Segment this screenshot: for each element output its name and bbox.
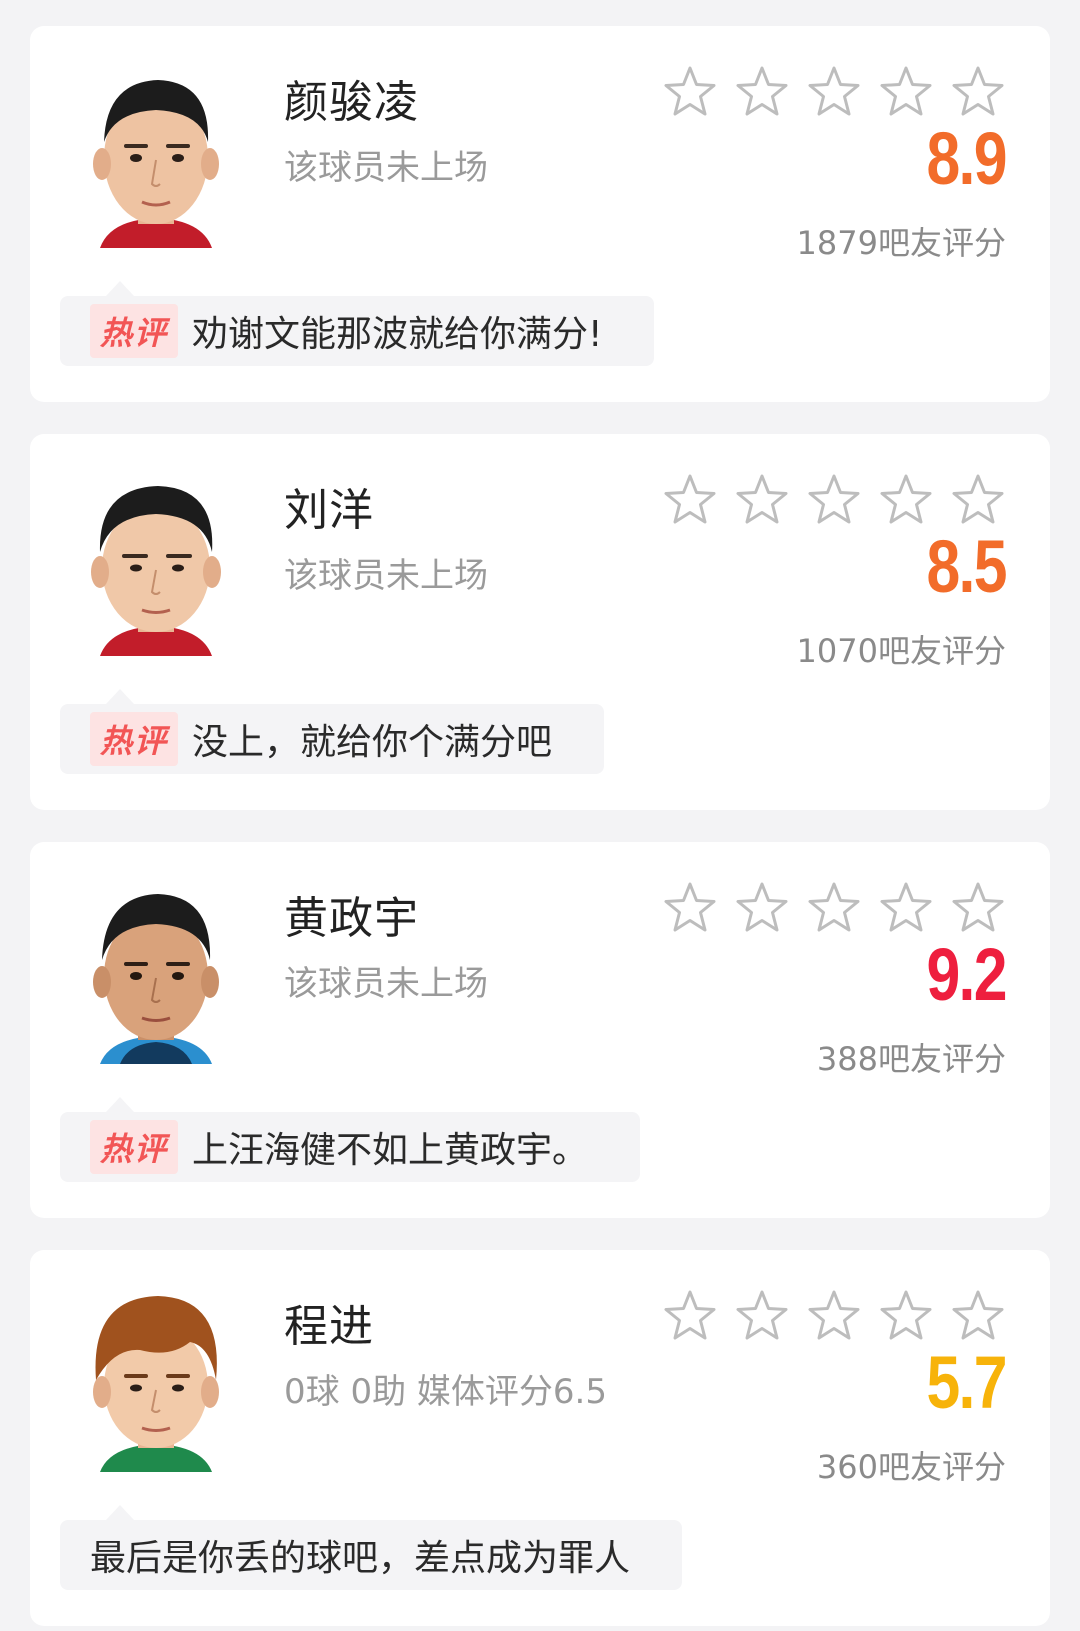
star-rating[interactable] xyxy=(662,472,1006,528)
star-outline-icon[interactable] xyxy=(950,880,1006,936)
star-rating[interactable] xyxy=(662,880,1006,936)
player-name: 颜骏凌 xyxy=(284,77,419,128)
star-outline-icon[interactable] xyxy=(878,880,934,936)
star-outline-icon[interactable] xyxy=(734,880,790,936)
player-name: 刘洋 xyxy=(284,485,374,536)
star-outline-icon[interactable] xyxy=(734,1288,790,1344)
player-avatar xyxy=(80,468,232,656)
star-outline-icon[interactable] xyxy=(950,1288,1006,1344)
player-status: 该球员未上场 xyxy=(284,148,488,188)
star-outline-icon[interactable] xyxy=(806,1288,862,1344)
comment-text: 没上，就给你个满分吧 xyxy=(192,722,553,763)
hot-comment[interactable]: 热评 没上，就给你个满分吧 xyxy=(60,689,605,774)
vote-count: 360吧友评分 xyxy=(816,1448,1006,1486)
star-outline-icon[interactable] xyxy=(662,880,718,936)
player-avatar xyxy=(80,1284,232,1472)
vote-count: 1879吧友评分 xyxy=(796,224,1006,262)
player-score: 9.2 xyxy=(926,933,1008,1016)
player-score: 5.7 xyxy=(926,1341,1008,1424)
star-outline-icon[interactable] xyxy=(662,1288,718,1344)
star-rating[interactable] xyxy=(662,64,1006,120)
hot-comment[interactable]: 热评 上汪海健不如上黄政宇。 xyxy=(60,1097,641,1182)
star-outline-icon[interactable] xyxy=(662,64,718,120)
star-outline-icon[interactable] xyxy=(950,472,1006,528)
comment-text: 最后是你丢的球吧，差点成为罪人 xyxy=(90,1538,631,1579)
hot-comment-badge: 热评 xyxy=(90,304,179,358)
player-card[interactable]: 颜骏凌 该球员未上场 8.9 1879吧友评分 热评 劝谢文能那波就给你满分! xyxy=(30,26,1050,402)
star-outline-icon[interactable] xyxy=(734,472,790,528)
star-outline-icon[interactable] xyxy=(806,880,862,936)
player-card[interactable]: 程进 0球 0助 媒体评分6.5 5.7 360吧友评分 最后是你丢的球吧，差点… xyxy=(30,1250,1050,1626)
player-avatar xyxy=(80,60,232,248)
star-outline-icon[interactable] xyxy=(734,64,790,120)
comment-text: 劝谢文能那波就给你满分! xyxy=(192,314,603,355)
hot-comment-badge: 热评 xyxy=(90,1120,179,1174)
comment-text: 上汪海健不如上黄政宇。 xyxy=(192,1130,589,1171)
player-status: 该球员未上场 xyxy=(284,964,488,1004)
star-outline-icon[interactable] xyxy=(950,64,1006,120)
vote-count: 388吧友评分 xyxy=(816,1040,1006,1078)
player-name: 程进 xyxy=(284,1301,374,1352)
player-score: 8.5 xyxy=(926,525,1008,608)
hot-comment[interactable]: 热评 劝谢文能那波就给你满分! xyxy=(60,281,655,366)
star-rating[interactable] xyxy=(662,1288,1006,1344)
star-outline-icon[interactable] xyxy=(878,472,934,528)
hot-comment-badge: 热评 xyxy=(90,712,179,766)
star-outline-icon[interactable] xyxy=(662,472,718,528)
player-score: 8.9 xyxy=(926,117,1008,200)
star-outline-icon[interactable] xyxy=(806,64,862,120)
player-avatar xyxy=(80,876,232,1064)
star-outline-icon[interactable] xyxy=(806,472,862,528)
player-name: 黄政宇 xyxy=(284,893,419,944)
player-status: 该球员未上场 xyxy=(284,556,488,596)
star-outline-icon[interactable] xyxy=(878,64,934,120)
star-outline-icon[interactable] xyxy=(878,1288,934,1344)
vote-count: 1070吧友评分 xyxy=(796,632,1006,670)
player-card[interactable]: 刘洋 该球员未上场 8.5 1070吧友评分 热评 没上，就给你个满分吧 xyxy=(30,434,1050,810)
player-status: 0球 0助 媒体评分6.5 xyxy=(284,1372,607,1412)
hot-comment[interactable]: 最后是你丢的球吧，差点成为罪人 xyxy=(60,1505,683,1590)
player-card[interactable]: 黄政宇 该球员未上场 9.2 388吧友评分 热评 上汪海健不如上黄政宇。 xyxy=(30,842,1050,1218)
